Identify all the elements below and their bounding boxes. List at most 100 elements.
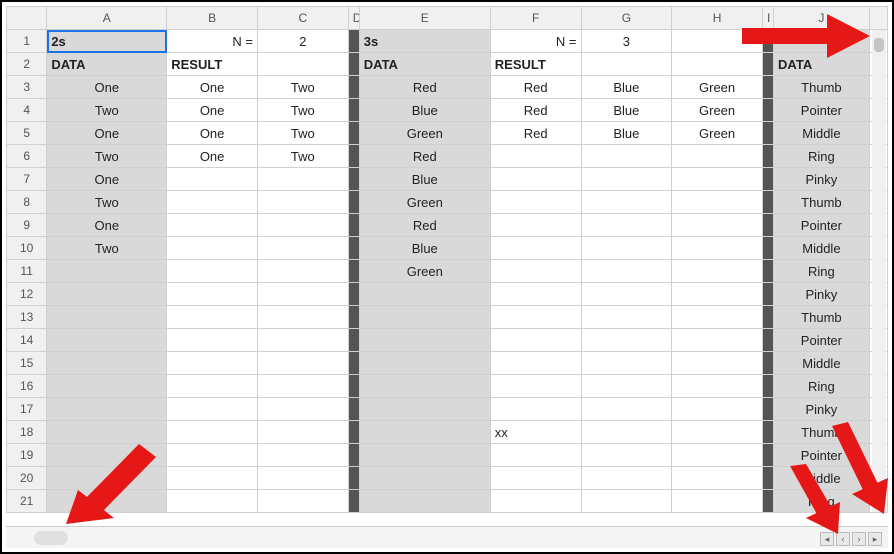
cell-F5[interactable]: Red (490, 122, 581, 145)
scrollbar-down-icon[interactable]: ▼ (872, 498, 886, 512)
cell-F12[interactable] (490, 283, 581, 306)
cell-B16[interactable] (167, 375, 258, 398)
cell-F10[interactable] (490, 237, 581, 260)
cell-H12[interactable] (672, 283, 763, 306)
cell-C15[interactable] (257, 352, 348, 375)
cell-A3[interactable]: One (47, 76, 167, 99)
cell-C19[interactable] (257, 444, 348, 467)
cell-E16[interactable] (359, 375, 490, 398)
row-header-1[interactable]: 1 (7, 30, 47, 53)
cell-A4[interactable]: Two (47, 99, 167, 122)
cell-G19[interactable] (581, 444, 672, 467)
cell-C13[interactable] (257, 306, 348, 329)
cell-E3[interactable]: Red (359, 76, 490, 99)
cell-D17[interactable] (348, 398, 359, 421)
cell-I18[interactable] (762, 421, 773, 444)
scrollbar-thumb[interactable] (874, 38, 884, 52)
column-header-J[interactable]: J (774, 7, 870, 30)
cell-D6[interactable] (348, 145, 359, 168)
cell-I4[interactable] (762, 99, 773, 122)
cell-F14[interactable] (490, 329, 581, 352)
cell-B17[interactable] (167, 398, 258, 421)
cell-B1[interactable]: N = (167, 30, 258, 53)
cell-H10[interactable] (672, 237, 763, 260)
cell-E10[interactable]: Blue (359, 237, 490, 260)
cell-B7[interactable] (167, 168, 258, 191)
cell-D7[interactable] (348, 168, 359, 191)
cell-D2[interactable] (348, 53, 359, 76)
nav-next-icon[interactable]: › (852, 532, 866, 546)
cell-D13[interactable] (348, 306, 359, 329)
cell-E17[interactable] (359, 398, 490, 421)
cell-B13[interactable] (167, 306, 258, 329)
cell-J14[interactable]: Pointer (774, 329, 870, 352)
row-header-18[interactable]: 18 (7, 421, 47, 444)
column-header-E[interactable]: E (359, 7, 490, 30)
cell-G1[interactable]: 3 (581, 30, 672, 53)
cell-J2[interactable]: DATA (774, 53, 870, 76)
cell-E15[interactable] (359, 352, 490, 375)
cell-F18[interactable]: xx (490, 421, 581, 444)
cell-G13[interactable] (581, 306, 672, 329)
cell-F11[interactable] (490, 260, 581, 283)
cell-A1[interactable]: 2s (47, 30, 167, 53)
cell-C20[interactable] (257, 467, 348, 490)
cell-D11[interactable] (348, 260, 359, 283)
cell-B14[interactable] (167, 329, 258, 352)
cell-C1[interactable]: 2 (257, 30, 348, 53)
cell-E6[interactable]: Red (359, 145, 490, 168)
cell-I15[interactable] (762, 352, 773, 375)
vertical-scrollbar[interactable]: ▼ (872, 30, 886, 512)
row-header-16[interactable]: 16 (7, 375, 47, 398)
cell-A2[interactable]: DATA (47, 53, 167, 76)
cell-I6[interactable] (762, 145, 773, 168)
cell-F20[interactable] (490, 467, 581, 490)
row-header-13[interactable]: 13 (7, 306, 47, 329)
cell-I7[interactable] (762, 168, 773, 191)
cell-D21[interactable] (348, 490, 359, 513)
cell-J19[interactable]: Pointer (774, 444, 870, 467)
cell-J8[interactable]: Thumb (774, 191, 870, 214)
cell-J18[interactable]: Thumb (774, 421, 870, 444)
row-header-2[interactable]: 2 (7, 53, 47, 76)
cell-G12[interactable] (581, 283, 672, 306)
row-header-8[interactable]: 8 (7, 191, 47, 214)
cell-E18[interactable] (359, 421, 490, 444)
cell-I14[interactable] (762, 329, 773, 352)
cell-I10[interactable] (762, 237, 773, 260)
cell-I21[interactable] (762, 490, 773, 513)
cell-J16[interactable]: Ring (774, 375, 870, 398)
cell-I13[interactable] (762, 306, 773, 329)
cell-I16[interactable] (762, 375, 773, 398)
cell-E13[interactable] (359, 306, 490, 329)
cell-E9[interactable]: Red (359, 214, 490, 237)
cell-E12[interactable] (359, 283, 490, 306)
cell-C17[interactable] (257, 398, 348, 421)
cell-G11[interactable] (581, 260, 672, 283)
cell-J15[interactable]: Middle (774, 352, 870, 375)
cell-J6[interactable]: Ring (774, 145, 870, 168)
cell-D12[interactable] (348, 283, 359, 306)
row-header-12[interactable]: 12 (7, 283, 47, 306)
cell-E4[interactable]: Blue (359, 99, 490, 122)
cell-B12[interactable] (167, 283, 258, 306)
nav-first-icon[interactable]: ◂ (820, 532, 834, 546)
cell-H3[interactable]: Green (672, 76, 763, 99)
cell-F6[interactable] (490, 145, 581, 168)
cell-I2[interactable] (762, 53, 773, 76)
cell-A20[interactable] (47, 467, 167, 490)
cell-G17[interactable] (581, 398, 672, 421)
corner-cell[interactable] (7, 7, 47, 30)
cell-A9[interactable]: One (47, 214, 167, 237)
cell-J1[interactable] (774, 30, 870, 53)
cell-G3[interactable]: Blue (581, 76, 672, 99)
row-header-21[interactable]: 21 (7, 490, 47, 513)
cell-A8[interactable]: Two (47, 191, 167, 214)
row-header-19[interactable]: 19 (7, 444, 47, 467)
cell-B11[interactable] (167, 260, 258, 283)
cell-A14[interactable] (47, 329, 167, 352)
cell-D8[interactable] (348, 191, 359, 214)
cell-A11[interactable] (47, 260, 167, 283)
cell-E2[interactable]: DATA (359, 53, 490, 76)
cell-G7[interactable] (581, 168, 672, 191)
